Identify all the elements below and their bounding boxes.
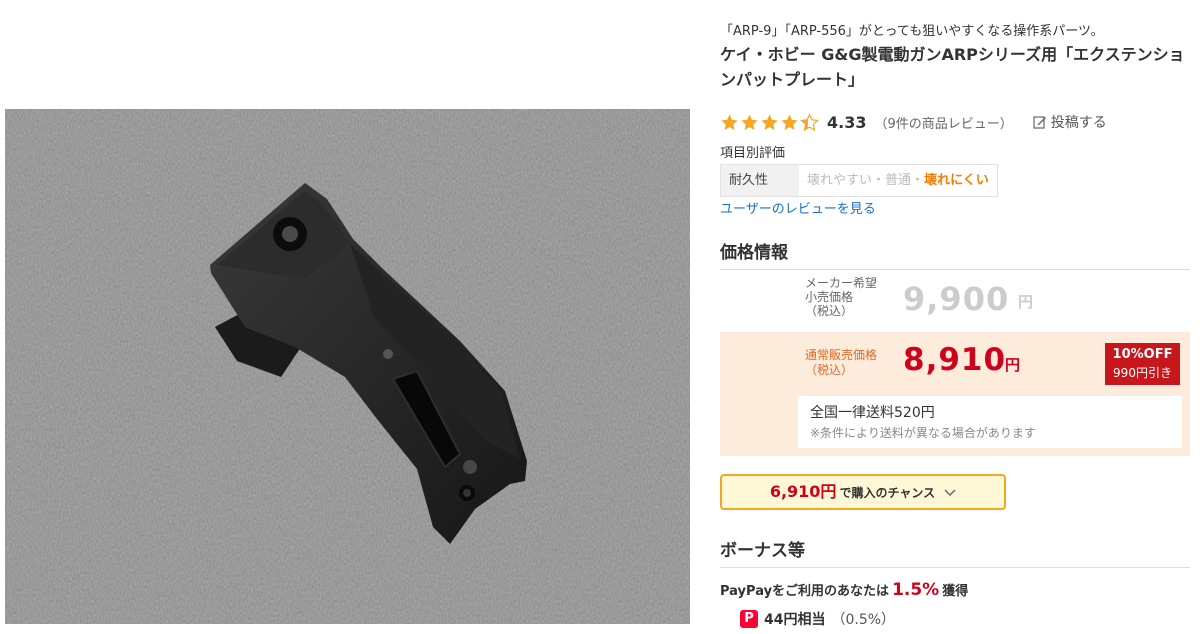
- points-rate: （0.5%）: [831, 612, 896, 628]
- star-icon: [721, 114, 738, 130]
- separator: ・: [872, 173, 886, 188]
- maker-price-label: メーカー希望 小売価格 （税込）: [805, 276, 877, 318]
- product-image[interactable]: [5, 109, 690, 624]
- sale-label-line: （税込）: [805, 363, 854, 377]
- shipping-box: 全国一律送料520円 ※条件により送料が異なる場合があります: [798, 396, 1182, 448]
- discount-amount: 990円引き: [1113, 366, 1172, 380]
- post-review-link[interactable]: 投稿する: [1033, 112, 1107, 132]
- paypay-prefix: PayPayをご利用のあなたは: [720, 584, 890, 599]
- maker-label-line: 小売価格: [805, 290, 854, 304]
- durability-scale: 壊れやすい・普通・壊れにくい: [799, 165, 997, 196]
- durability-rating: 耐久性 壊れやすい・普通・壊れにくい: [720, 164, 998, 197]
- points-amount: 44円相当: [764, 612, 826, 628]
- edit-icon: [1033, 116, 1046, 129]
- review-count-link[interactable]: （9件の商品レビュー）: [874, 113, 1012, 132]
- item-ratings-label: 項目別評価: [720, 146, 786, 161]
- user-reviews-link[interactable]: ユーザーのレビューを見る: [720, 198, 876, 217]
- post-review-label: 投稿する: [1050, 115, 1107, 131]
- star-icon: [781, 114, 798, 130]
- maker-price-value: 9,900: [903, 280, 1010, 318]
- discount-percent: 10%OFF: [1112, 347, 1173, 362]
- product-photo-graphic: [5, 109, 690, 624]
- purchase-chance-button[interactable]: 6,910円 で購入のチャンス: [720, 474, 1006, 510]
- catch-copy: 「ARP-9」「ARP-556」がとっても狙いやすくなる操作系パーツ。: [720, 24, 1104, 39]
- discount-badge: 10%OFF 990円引き: [1105, 343, 1180, 385]
- product-title: ケイ・ホビー G&G製電動ガンARPシリーズ用「エクステンションパットプレート」: [720, 45, 1185, 89]
- sale-price-box: 通常販売価格 （税込） 8,910 円 10%OFF 990円引き 全国一律送料…: [720, 332, 1190, 456]
- separator: ・: [911, 173, 925, 188]
- durability-option-fragile: 壊れやすい: [807, 173, 873, 188]
- shipping-fee: 全国一律送料520円: [810, 405, 935, 421]
- rating-stars[interactable]: [720, 112, 819, 132]
- sale-price-yen: 円: [1005, 356, 1021, 374]
- price-info-heading: 価格情報: [720, 238, 1190, 270]
- sale-label-line: 通常販売価格: [805, 348, 878, 362]
- paypay-suffix: 獲得: [942, 584, 969, 599]
- rating-row: 4.33 （9件の商品レビュー） 投稿する: [720, 110, 1107, 134]
- paypay-point-icon: P: [740, 610, 758, 628]
- shipping-note: ※条件により送料が異なる場合があります: [810, 426, 1036, 440]
- chance-text: で購入のチャンス: [839, 486, 936, 500]
- star-icon: [761, 114, 778, 130]
- chevron-down-icon: [944, 488, 956, 496]
- maker-label-line: メーカー希望: [805, 276, 878, 290]
- durability-option-normal: 普通: [885, 173, 912, 188]
- rating-value: 4.33: [827, 112, 867, 132]
- paypay-rate: 1.5%: [892, 580, 940, 600]
- paypay-points-row: P 44円相当 （0.5%）: [740, 609, 895, 629]
- maker-label-line: （税込）: [805, 304, 854, 318]
- durability-label: 耐久性: [721, 165, 799, 196]
- star-icon: [741, 114, 758, 130]
- chance-amount: 6,910円: [769, 482, 837, 501]
- sale-price-label: 通常販売価格 （税込）: [805, 348, 877, 378]
- sale-price-value: 8,910: [903, 342, 1007, 378]
- maker-price-yen: 円: [1018, 293, 1034, 311]
- bonus-heading: ボーナス等: [720, 536, 1190, 568]
- half-star-icon: [800, 112, 819, 131]
- paypay-bonus-line: PayPayをご利用のあなたは 1.5% 獲得: [720, 580, 968, 600]
- durability-option-selected: 壊れにくい: [924, 173, 989, 188]
